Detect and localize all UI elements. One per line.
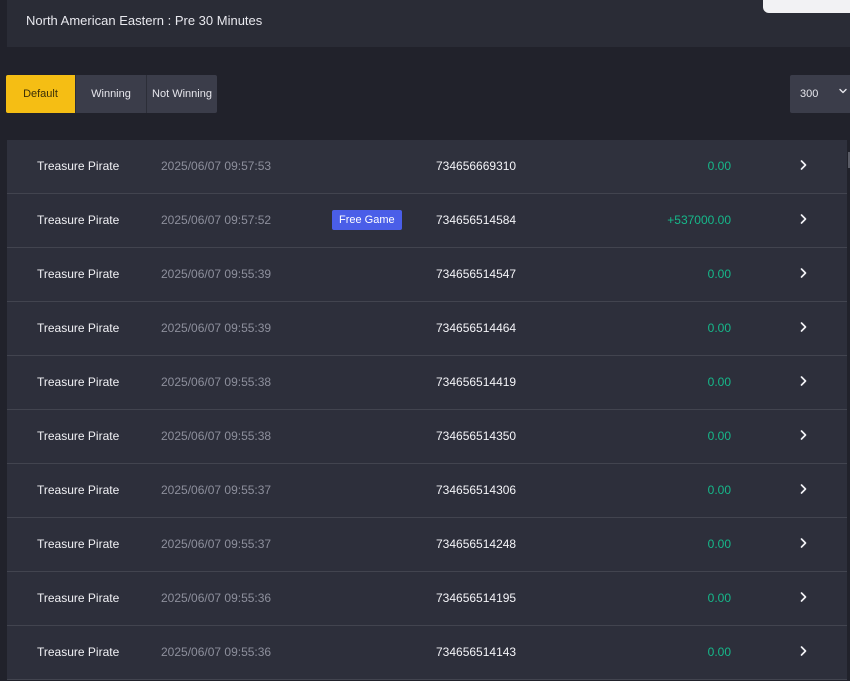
record-time: 2025/06/07 09:55:39 [161, 267, 272, 281]
win-amount: 0.00 [707, 537, 731, 551]
record-time: 2025/06/07 09:57:53 [161, 159, 272, 173]
corner-popup [763, 0, 850, 13]
win-amount: 0.00 [707, 267, 731, 281]
record-time: 2025/06/07 09:55:38 [161, 375, 272, 389]
page-size-select[interactable]: 300 [790, 75, 850, 113]
record-time: 2025/06/07 09:55:38 [161, 429, 272, 443]
record-row[interactable]: Treasure Pirate 2025/06/07 09:55:39 734656… [7, 248, 847, 302]
record-row[interactable]: Treasure Pirate 2025/06/07 09:57:53 734656… [7, 140, 847, 194]
record-time: 2025/06/07 09:55:36 [161, 591, 272, 605]
win-amount: 0.00 [707, 429, 731, 443]
chevron-right-icon[interactable] [799, 375, 808, 387]
round-id: 734656514306 [436, 483, 517, 497]
round-id: 734656514143 [436, 645, 517, 659]
free-game-badge: Free Game [332, 210, 402, 230]
filter-tabs: Default Winning Not Winning [6, 75, 217, 113]
chevron-right-icon[interactable] [799, 591, 808, 603]
win-amount: 0.00 [707, 375, 731, 389]
record-row[interactable]: Treasure Pirate 2025/06/07 09:55:37 734656… [7, 464, 847, 518]
game-name: Treasure Pirate [37, 591, 120, 605]
chevron-right-icon[interactable] [799, 429, 808, 441]
chevron-right-icon[interactable] [799, 537, 808, 549]
record-time: 2025/06/07 09:55:36 [161, 645, 272, 659]
win-amount: 0.00 [707, 645, 731, 659]
game-history-page: North American Eastern : Pre 30 Minutes … [0, 0, 850, 681]
record-time: 2025/06/07 09:55:37 [161, 483, 272, 497]
round-id: 734656514350 [436, 429, 517, 443]
chevron-right-icon[interactable] [799, 645, 808, 657]
chevron-right-icon[interactable] [799, 483, 808, 495]
chevron-right-icon[interactable] [799, 159, 808, 171]
game-name: Treasure Pirate [37, 645, 120, 659]
round-id: 734656514547 [436, 267, 517, 281]
record-row[interactable]: Treasure Pirate 2025/06/07 09:55:39 734656… [7, 302, 847, 356]
record-row[interactable]: Treasure Pirate 2025/06/07 09:55:38 734656… [7, 410, 847, 464]
game-name: Treasure Pirate [37, 213, 120, 227]
game-name: Treasure Pirate [37, 375, 120, 389]
win-amount: 0.00 [707, 483, 731, 497]
record-row[interactable]: Treasure Pirate 2025/06/07 09:57:52 Free G… [7, 194, 847, 248]
page-size-value: 300 [800, 88, 819, 100]
record-row[interactable]: Treasure Pirate 2025/06/07 09:55:36 734656… [7, 572, 847, 626]
chevron-down-icon [839, 88, 847, 94]
game-name: Treasure Pirate [37, 537, 120, 551]
record-row[interactable]: Treasure Pirate 2025/06/07 09:55:37 734656… [7, 518, 847, 572]
game-name: Treasure Pirate [37, 267, 120, 281]
win-amount: 0.00 [707, 159, 731, 173]
game-name: Treasure Pirate [37, 429, 120, 443]
round-id: 734656514419 [436, 375, 517, 389]
record-time: 2025/06/07 09:55:39 [161, 321, 272, 335]
page-title: North American Eastern : Pre 30 Minutes [26, 13, 263, 28]
chevron-right-icon[interactable] [799, 213, 808, 225]
record-time: 2025/06/07 09:57:52 [161, 213, 272, 227]
win-amount: 0.00 [707, 591, 731, 605]
round-id: 734656514195 [436, 591, 517, 605]
header-bar: North American Eastern : Pre 30 Minutes [7, 0, 850, 47]
win-amount: 0.00 [707, 321, 731, 335]
win-amount: +537000.00 [667, 213, 731, 227]
record-row[interactable]: Treasure Pirate 2025/06/07 09:55:38 734656… [7, 356, 847, 410]
round-id: 734656669310 [436, 159, 517, 173]
game-name: Treasure Pirate [37, 483, 120, 497]
round-id: 734656514464 [436, 321, 517, 335]
record-list: Treasure Pirate 2025/06/07 09:57:53 734656… [7, 140, 847, 680]
round-id: 734656514584 [436, 213, 517, 227]
tab-not-winning[interactable]: Not Winning [147, 75, 217, 113]
record-row[interactable]: Treasure Pirate 2025/06/07 09:55:36 734656… [7, 626, 847, 680]
game-name: Treasure Pirate [37, 159, 120, 173]
game-name: Treasure Pirate [37, 321, 120, 335]
tab-default[interactable]: Default [6, 75, 76, 113]
chevron-right-icon[interactable] [799, 267, 808, 279]
round-id: 734656514248 [436, 537, 517, 551]
tab-winning[interactable]: Winning [76, 75, 147, 113]
record-time: 2025/06/07 09:55:37 [161, 537, 272, 551]
chevron-right-icon[interactable] [799, 321, 808, 333]
